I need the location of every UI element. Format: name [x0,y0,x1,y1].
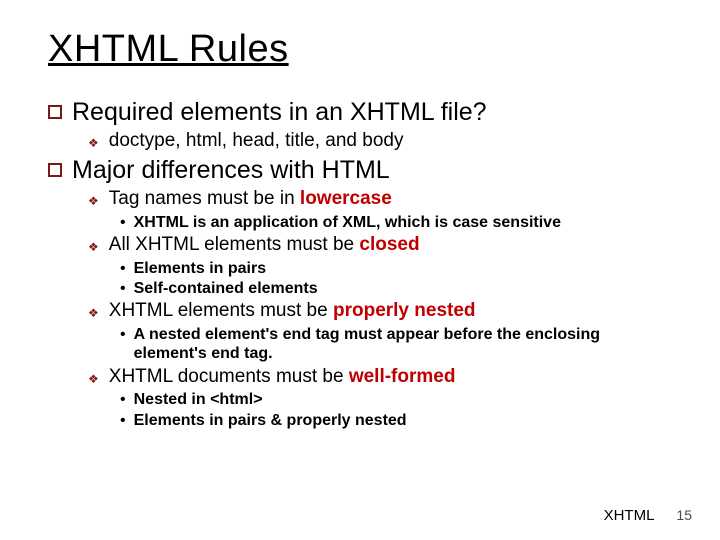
bullet-level3: • Nested in <html> [120,390,672,409]
diamond-bullet-icon: ❖ [88,372,99,386]
slide-title: XHTML Rules [48,28,672,71]
bullet-level2: ❖ Tag names must be in lowercase [88,188,672,211]
dot-bullet-icon: • [120,390,126,409]
bullet-level3: • Elements in pairs & properly nested [120,411,672,430]
page-number: 15 [676,507,692,523]
bullet-level1: Required elements in an XHTML file? [48,97,672,128]
diamond-bullet-icon: ❖ [88,136,99,150]
bullet-level3: • XHTML is an application of XML, which … [120,213,672,232]
sub-item: Nested in <html> [134,390,263,409]
slide: XHTML Rules Required elements in an XHTM… [0,0,720,430]
sub-item: XHTML is an application of XML, which is… [134,213,561,232]
section-heading: Required elements in an XHTML file? [72,97,487,128]
section-heading: Major differences with HTML [72,155,390,186]
square-bullet-icon [48,163,62,177]
diamond-bullet-icon: ❖ [88,240,99,254]
dot-bullet-icon: • [120,279,126,298]
list-item: doctype, html, head, title, and body [109,130,404,153]
dot-bullet-icon: • [120,325,126,344]
square-bullet-icon [48,105,62,119]
diamond-bullet-icon: ❖ [88,194,99,208]
sub-item: Self-contained elements [134,279,318,298]
list-item-text: XHTML elements must be [109,300,333,321]
dot-bullet-icon: • [120,411,126,430]
bullet-level3: • Self-contained elements [120,279,672,298]
bullet-level2: ❖ All XHTML elements must be closed [88,234,672,257]
diamond-bullet-icon: ❖ [88,306,99,320]
dot-bullet-icon: • [120,259,126,278]
list-item: Tag names must be in lowercase [109,188,392,211]
list-item-text: Tag names must be in [109,188,300,209]
sub-item: A nested element's end tag must appear b… [134,325,672,363]
bullet-level2: ❖ XHTML documents must be well-formed [88,366,672,389]
emphasis-text: lowercase [300,188,392,209]
list-item: XHTML elements must be properly nested [109,300,476,323]
slide-footer: XHTML 15 [604,507,692,524]
bullet-level1: Major differences with HTML [48,155,672,186]
emphasis-text: properly nested [333,300,476,321]
emphasis-text: well-formed [349,366,456,387]
bullet-level3: • Elements in pairs [120,259,672,278]
sub-item: Elements in pairs & properly nested [134,411,407,430]
list-item-text: All XHTML elements must be [109,234,360,255]
dot-bullet-icon: • [120,213,126,232]
bullet-level2: ❖ doctype, html, head, title, and body [88,130,672,153]
list-item: All XHTML elements must be closed [109,234,420,257]
sub-item: Elements in pairs [134,259,267,278]
list-item-text: XHTML documents must be [109,366,349,387]
bullet-level3: • A nested element's end tag must appear… [120,325,672,363]
emphasis-text: closed [359,234,419,255]
list-item: XHTML documents must be well-formed [109,366,456,389]
bullet-level2: ❖ XHTML elements must be properly nested [88,300,672,323]
footer-label: XHTML [604,507,655,524]
